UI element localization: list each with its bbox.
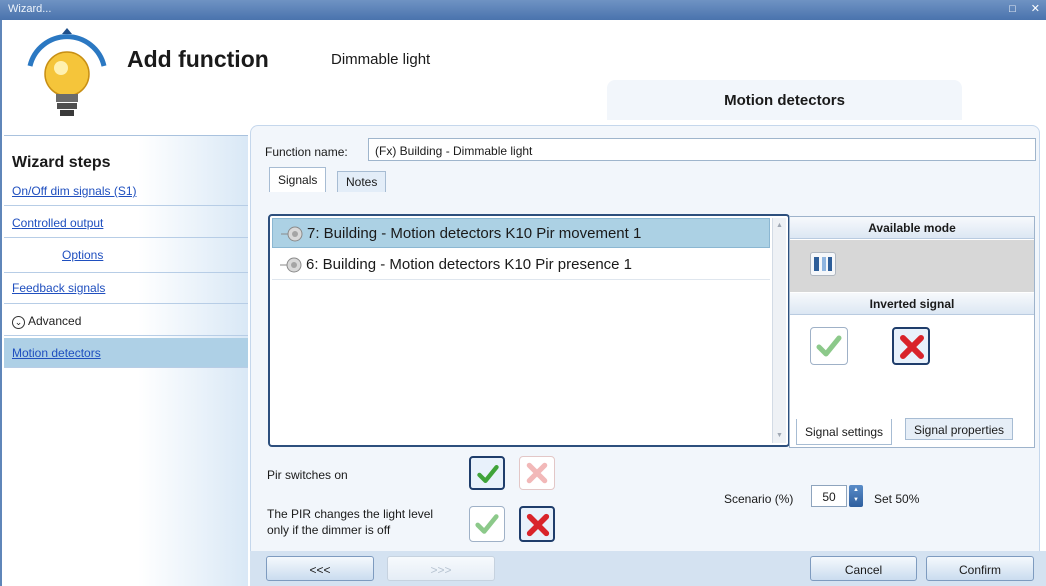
- spin-up-icon[interactable]: ▲: [849, 485, 863, 495]
- motion-sensor-icon: [281, 226, 303, 242]
- wizard-footer: <<< >>> Cancel Confirm: [250, 551, 1046, 586]
- step-advanced[interactable]: ⌄ Advanced: [4, 306, 248, 336]
- dimmable-light-bulb-icon: [27, 28, 107, 116]
- cross-icon: [526, 513, 550, 537]
- step-controlled-output[interactable]: Controlled output: [4, 208, 248, 238]
- scenario-value-input[interactable]: 50: [811, 485, 847, 507]
- signals-list: 7: Building - Motion detectors K10 Pir m…: [268, 214, 790, 447]
- tab-signal-properties[interactable]: Signal properties: [905, 418, 1014, 440]
- wizard-header: Add function Dimmable light Motion detec…: [4, 20, 1046, 135]
- pir-switches-on-yes-button[interactable]: [469, 456, 505, 490]
- step-advanced-label: Advanced: [28, 314, 82, 328]
- signal-mode-panel: Available mode Inverted signal: [789, 216, 1035, 448]
- available-mode-title: Available mode: [790, 217, 1034, 239]
- check-icon: [816, 335, 842, 357]
- back-button[interactable]: <<<: [266, 556, 374, 581]
- scenario-label: Scenario (%): [724, 492, 794, 506]
- inverted-yes-button[interactable]: [810, 327, 848, 365]
- step-options[interactable]: Options: [4, 240, 248, 270]
- signals-scrollbar[interactable]: ▲ ▼: [772, 218, 786, 443]
- pir-changes-level-label: The PIR changes the light level only if …: [267, 506, 433, 538]
- motion-sensor-icon: [280, 257, 302, 273]
- check-icon: [475, 514, 499, 534]
- function-name-label: Function name:: [265, 145, 348, 159]
- signal-label: 7: Building - Motion detectors K10 Pir m…: [307, 225, 642, 242]
- window-controls[interactable]: □ ✕: [1009, 2, 1046, 15]
- cross-icon: [900, 335, 924, 359]
- pir-switches-on-no-button[interactable]: [519, 456, 555, 490]
- scroll-down-icon[interactable]: ▼: [776, 432, 783, 439]
- list-item[interactable]: 6: Building - Motion detectors K10 Pir p…: [272, 250, 770, 280]
- main-content-panel: Function name: (Fx) Building - Dimmable …: [250, 125, 1040, 571]
- page-title: Add function: [127, 46, 269, 72]
- pir-changes-level-no-button[interactable]: [519, 506, 555, 542]
- next-button[interactable]: >>>: [387, 556, 495, 581]
- window-title: Wizard...: [8, 3, 52, 15]
- pir-changes-level-line2: only if the dimmer is off: [267, 523, 391, 537]
- function-name-input[interactable]: (Fx) Building - Dimmable light: [368, 138, 1036, 161]
- pir-switches-on-label: Pir switches on: [267, 468, 348, 482]
- available-mode-strip: [790, 240, 1034, 292]
- wizard-steps-sidebar: Wizard steps On/Off dim signals (S1) Con…: [4, 135, 248, 586]
- window-titlebar: Wizard... □ ✕: [0, 0, 1046, 20]
- pir-changes-level-yes-button[interactable]: [469, 506, 505, 542]
- step-motion-detectors[interactable]: Motion detectors: [4, 338, 248, 368]
- pulse-mode-icon[interactable]: [810, 252, 836, 276]
- tab-notes[interactable]: Notes: [337, 171, 387, 192]
- chevron-down-icon: ⌄: [12, 316, 25, 329]
- tab-signal-settings[interactable]: Signal settings: [796, 419, 893, 445]
- tab-signals[interactable]: Signals: [269, 167, 327, 192]
- signal-label: 6: Building - Motion detectors K10 Pir p…: [306, 256, 633, 273]
- scenario-spinner[interactable]: ▲ ▼: [849, 485, 863, 507]
- wizard-steps-title: Wizard steps: [12, 154, 111, 171]
- scroll-up-icon[interactable]: ▲: [776, 222, 783, 229]
- inverted-signal-title: Inverted signal: [790, 293, 1034, 315]
- wizard-frame: Add function Dimmable light Motion detec…: [0, 20, 1046, 586]
- cancel-button[interactable]: Cancel: [810, 556, 917, 581]
- confirm-button[interactable]: Confirm: [926, 556, 1034, 581]
- step-on-off-dim-signals[interactable]: On/Off dim signals (S1): [4, 176, 248, 206]
- check-icon: [477, 465, 499, 483]
- spin-down-icon[interactable]: ▼: [849, 495, 863, 505]
- cross-icon: [526, 462, 548, 484]
- step-feedback-signals[interactable]: Feedback signals: [4, 272, 248, 304]
- pir-changes-level-line1: The PIR changes the light level: [267, 507, 434, 521]
- section-tab-motion-detectors: Motion detectors: [607, 80, 962, 120]
- scenario-set-text: Set 50%: [874, 492, 920, 506]
- inverted-no-button[interactable]: [892, 327, 930, 365]
- list-item[interactable]: 7: Building - Motion detectors K10 Pir m…: [272, 218, 770, 248]
- function-type: Dimmable light: [331, 51, 431, 68]
